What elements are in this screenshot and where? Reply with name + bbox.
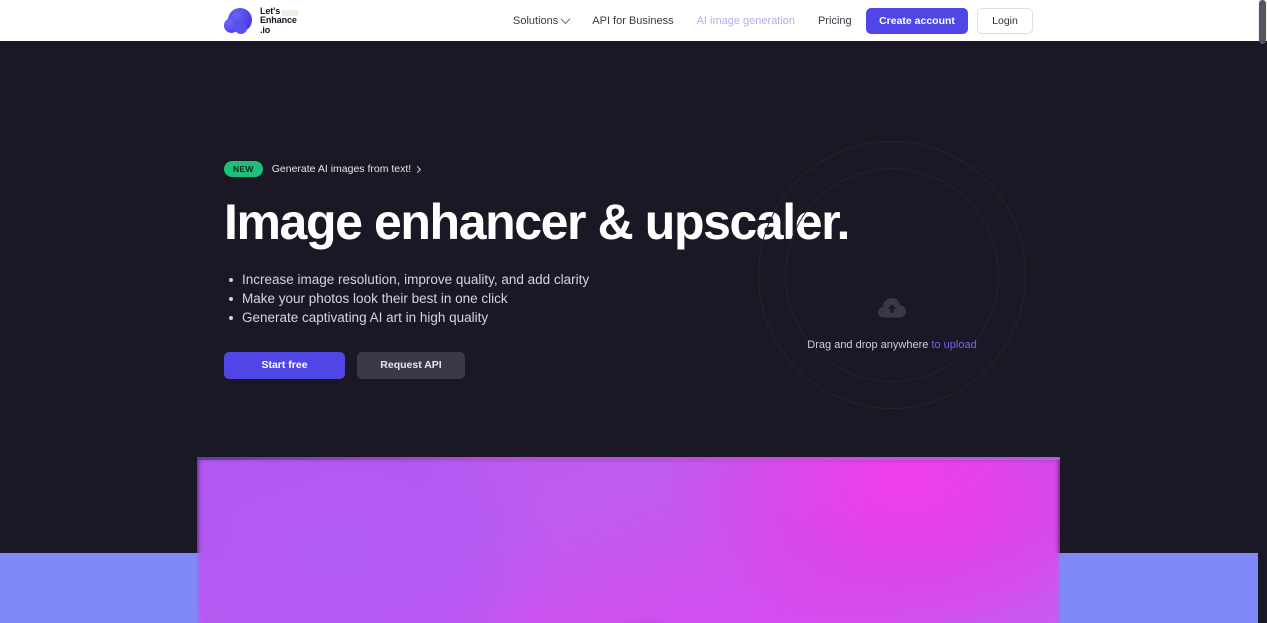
- logo-line-3: .io: [260, 24, 271, 35]
- new-badge: NEW: [224, 161, 263, 177]
- new-announcement-pill[interactable]: NEW Generate AI images from text!: [224, 161, 422, 178]
- upload-dropzone[interactable]: Drag and drop anywhere to upload: [758, 141, 1026, 409]
- hero-section: NEW Generate AI images from text! Image …: [0, 41, 1258, 457]
- dropzone-upload-link[interactable]: to upload: [931, 339, 976, 351]
- chevron-down-icon: [560, 14, 571, 25]
- new-announcement-label: Generate AI images from text!: [271, 163, 412, 175]
- start-free-button[interactable]: Start free: [224, 351, 345, 379]
- scrollbar-thumb[interactable]: [1259, 0, 1266, 44]
- list-item: Make your photos look their best in one …: [224, 289, 744, 308]
- logo-accent-bar-icon: [281, 10, 298, 16]
- nav-item-label: AI image generation: [696, 14, 796, 27]
- site-logo[interactable]: Let's Enhance .io: [224, 4, 298, 37]
- showcase-gradient-image: [197, 457, 1060, 623]
- request-api-button[interactable]: Request API: [357, 351, 465, 379]
- nav-item-pricing[interactable]: Pricing: [818, 15, 852, 27]
- showcase-top-edge: [197, 457, 1060, 460]
- nav-item-api-for-business[interactable]: API for Business: [592, 15, 673, 27]
- login-button[interactable]: Login: [977, 8, 1033, 34]
- lets-enhance-blob-logo-icon: [224, 6, 254, 36]
- page-root: NEW Generate AI images from text! Image …: [0, 0, 1267, 623]
- vertical-scrollbar[interactable]: [1258, 0, 1267, 623]
- hero-feature-list: Increase image resolution, improve quali…: [224, 270, 744, 327]
- hero-cta-group: Start free Request API: [224, 351, 744, 379]
- dropzone-label-text: Drag and drop anywhere: [807, 339, 932, 351]
- dropzone-label: Drag and drop anywhere to upload: [758, 339, 1026, 351]
- chevron-right-icon: [414, 165, 422, 174]
- list-item: Increase image resolution, improve quali…: [224, 270, 744, 289]
- site-header: Let's Enhance .io Solutions API for Busi…: [0, 0, 1258, 41]
- create-account-button[interactable]: Create account: [866, 8, 968, 34]
- new-announcement-text: Generate AI images from text!: [271, 163, 422, 175]
- list-item: Generate captivating AI art in high qual…: [224, 308, 744, 327]
- nav-item-label: Solutions: [513, 14, 559, 27]
- page-title: Image enhancer & upscaler.: [224, 193, 850, 250]
- nav-item-solutions[interactable]: Solutions: [513, 14, 571, 27]
- nav-item-ai-image-generation[interactable]: AI image generation: [697, 15, 795, 27]
- hero-content: NEW Generate AI images from text! Image …: [224, 159, 850, 379]
- cloud-upload-icon: [877, 297, 907, 324]
- header-inner: Let's Enhance .io Solutions API for Busi…: [0, 0, 1258, 41]
- showcase-image-panel: [197, 457, 1060, 623]
- nav-item-label: Pricing: [818, 14, 852, 27]
- main-navigation: Solutions API for Business AI image gene…: [513, 0, 920, 41]
- nav-item-label: API for Business: [592, 14, 674, 27]
